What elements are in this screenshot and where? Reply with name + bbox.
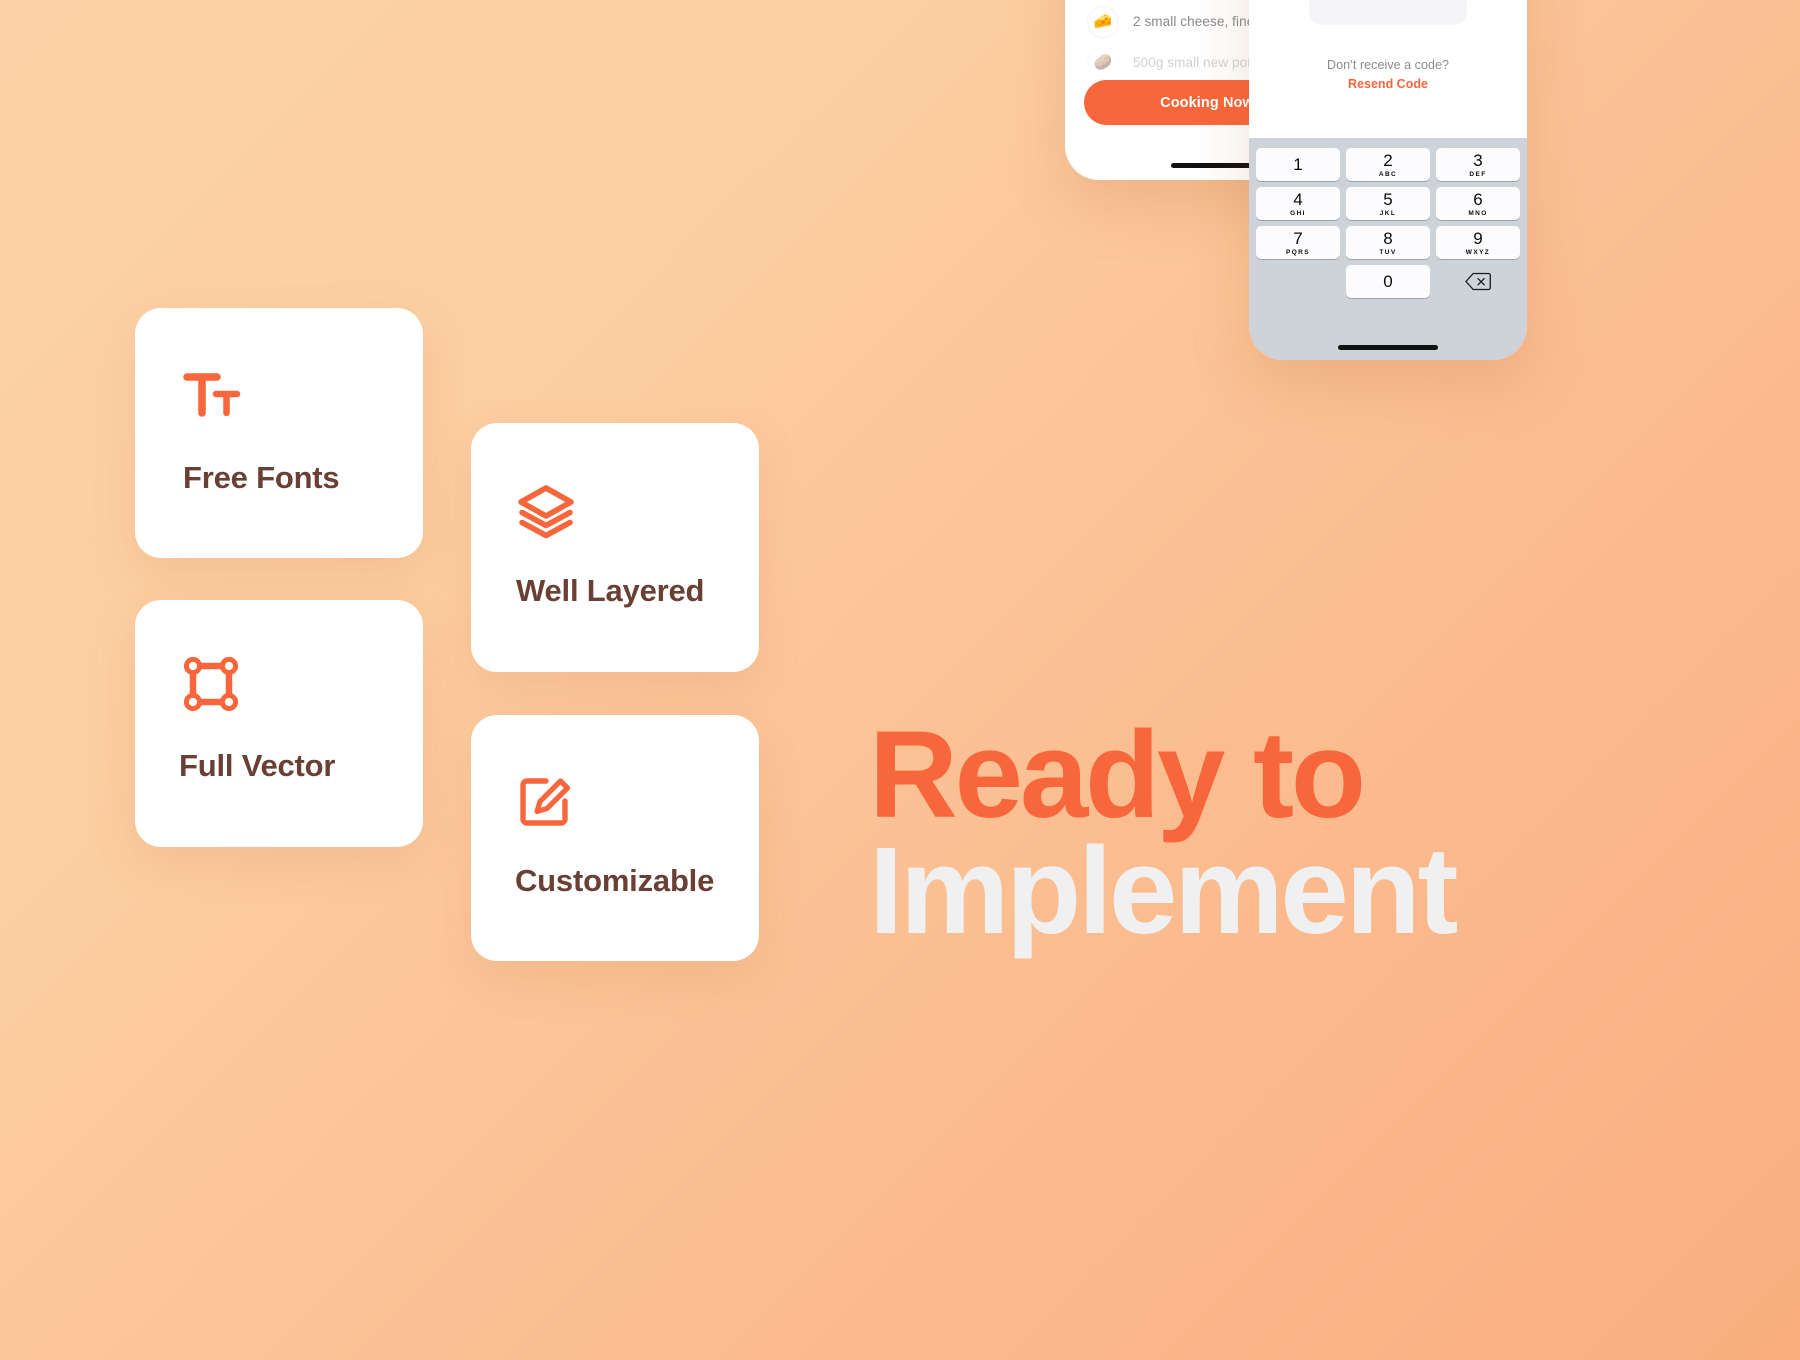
key-0[interactable]: 0	[1346, 265, 1430, 298]
key-5[interactable]: 5 JKL	[1346, 187, 1430, 220]
keypad-row: 1 2 ABC 3 DEF	[1256, 148, 1520, 181]
key-number: 7	[1293, 228, 1303, 248]
otp-help-question: Don’t receive a code?	[1327, 58, 1449, 72]
key-3[interactable]: 3 DEF	[1436, 148, 1520, 181]
vector-node-square-icon	[182, 655, 240, 718]
numeric-keypad: 1 2 ABC 3 DEF 4 GHI 5 JKL 6 MNO 7 PQRS 8…	[1249, 138, 1527, 360]
delete-key-icon[interactable]	[1436, 265, 1520, 298]
key-9[interactable]: 9 WXYZ	[1436, 226, 1520, 259]
feature-card-full-vector[interactable]: Full Vector	[135, 600, 423, 847]
key-number: 9	[1473, 228, 1483, 248]
key-4[interactable]: 4 GHI	[1256, 187, 1340, 220]
feature-card-label: Customizable	[515, 863, 715, 898]
feature-card-label: Free Fonts	[183, 460, 340, 495]
feature-card-free-fonts[interactable]: Free Fonts	[135, 308, 423, 558]
key-number: 3	[1473, 150, 1483, 170]
promo-stage: 🍅 5 tsp sliced tomatoes 🧀 2 small cheese…	[0, 0, 1800, 1360]
key-letters: ABC	[1378, 170, 1398, 178]
keypad-row: 0	[1256, 265, 1520, 298]
key-letters: WXYZ	[1465, 248, 1491, 256]
key-letters: PQRS	[1285, 248, 1311, 256]
key-7[interactable]: 7 PQRS	[1256, 226, 1340, 259]
key-1[interactable]: 1	[1256, 148, 1340, 181]
key-number: 5	[1383, 189, 1393, 209]
key-letters: MNO	[1468, 209, 1488, 217]
resend-code-link[interactable]: Resend Code	[1348, 77, 1428, 91]
text-size-icon	[183, 370, 243, 427]
headline-line-1: Ready to	[869, 707, 1366, 844]
headline: Ready to Implement	[869, 707, 1459, 960]
headline-line-2: Implement	[869, 822, 1459, 960]
key-letters: TUV	[1379, 248, 1397, 256]
key-number: 2	[1383, 150, 1393, 170]
feature-card-customizable[interactable]: Customizable	[471, 715, 759, 961]
key-letters: GHI	[1290, 209, 1306, 217]
key-number: 6	[1473, 189, 1483, 209]
potato-icon: 🥔	[1087, 46, 1119, 79]
keypad-row: 4 GHI 5 JKL 6 MNO	[1256, 187, 1520, 220]
keypad-row: 7 PQRS 8 TUV 9 WXYZ	[1256, 226, 1520, 259]
edit-pencil-square-icon	[516, 773, 574, 836]
key-2[interactable]: 2 ABC	[1346, 148, 1430, 181]
feature-card-well-layered[interactable]: Well Layered	[471, 423, 759, 672]
home-indicator	[1338, 345, 1438, 350]
key-8[interactable]: 8 TUV	[1346, 226, 1430, 259]
cheese-icon: 🧀	[1087, 5, 1119, 38]
otp-phone-mockup: Don’t receive a code? Resend Code 1 2 AB…	[1249, 0, 1527, 360]
otp-help-block: Don’t receive a code? Resend Code	[1249, 58, 1527, 93]
key-number: 8	[1383, 228, 1393, 248]
key-number: 0	[1383, 272, 1393, 291]
feature-card-label: Well Layered	[516, 573, 705, 608]
key-letters: JKL	[1379, 209, 1397, 217]
key-number: 1	[1293, 155, 1303, 174]
otp-code-field[interactable]	[1309, 0, 1467, 25]
key-6[interactable]: 6 MNO	[1436, 187, 1520, 220]
key-number: 4	[1293, 189, 1303, 209]
key-letters: DEF	[1469, 170, 1487, 178]
layers-icon	[516, 483, 576, 544]
feature-card-label: Full Vector	[179, 748, 336, 783]
key-blank	[1256, 265, 1340, 298]
